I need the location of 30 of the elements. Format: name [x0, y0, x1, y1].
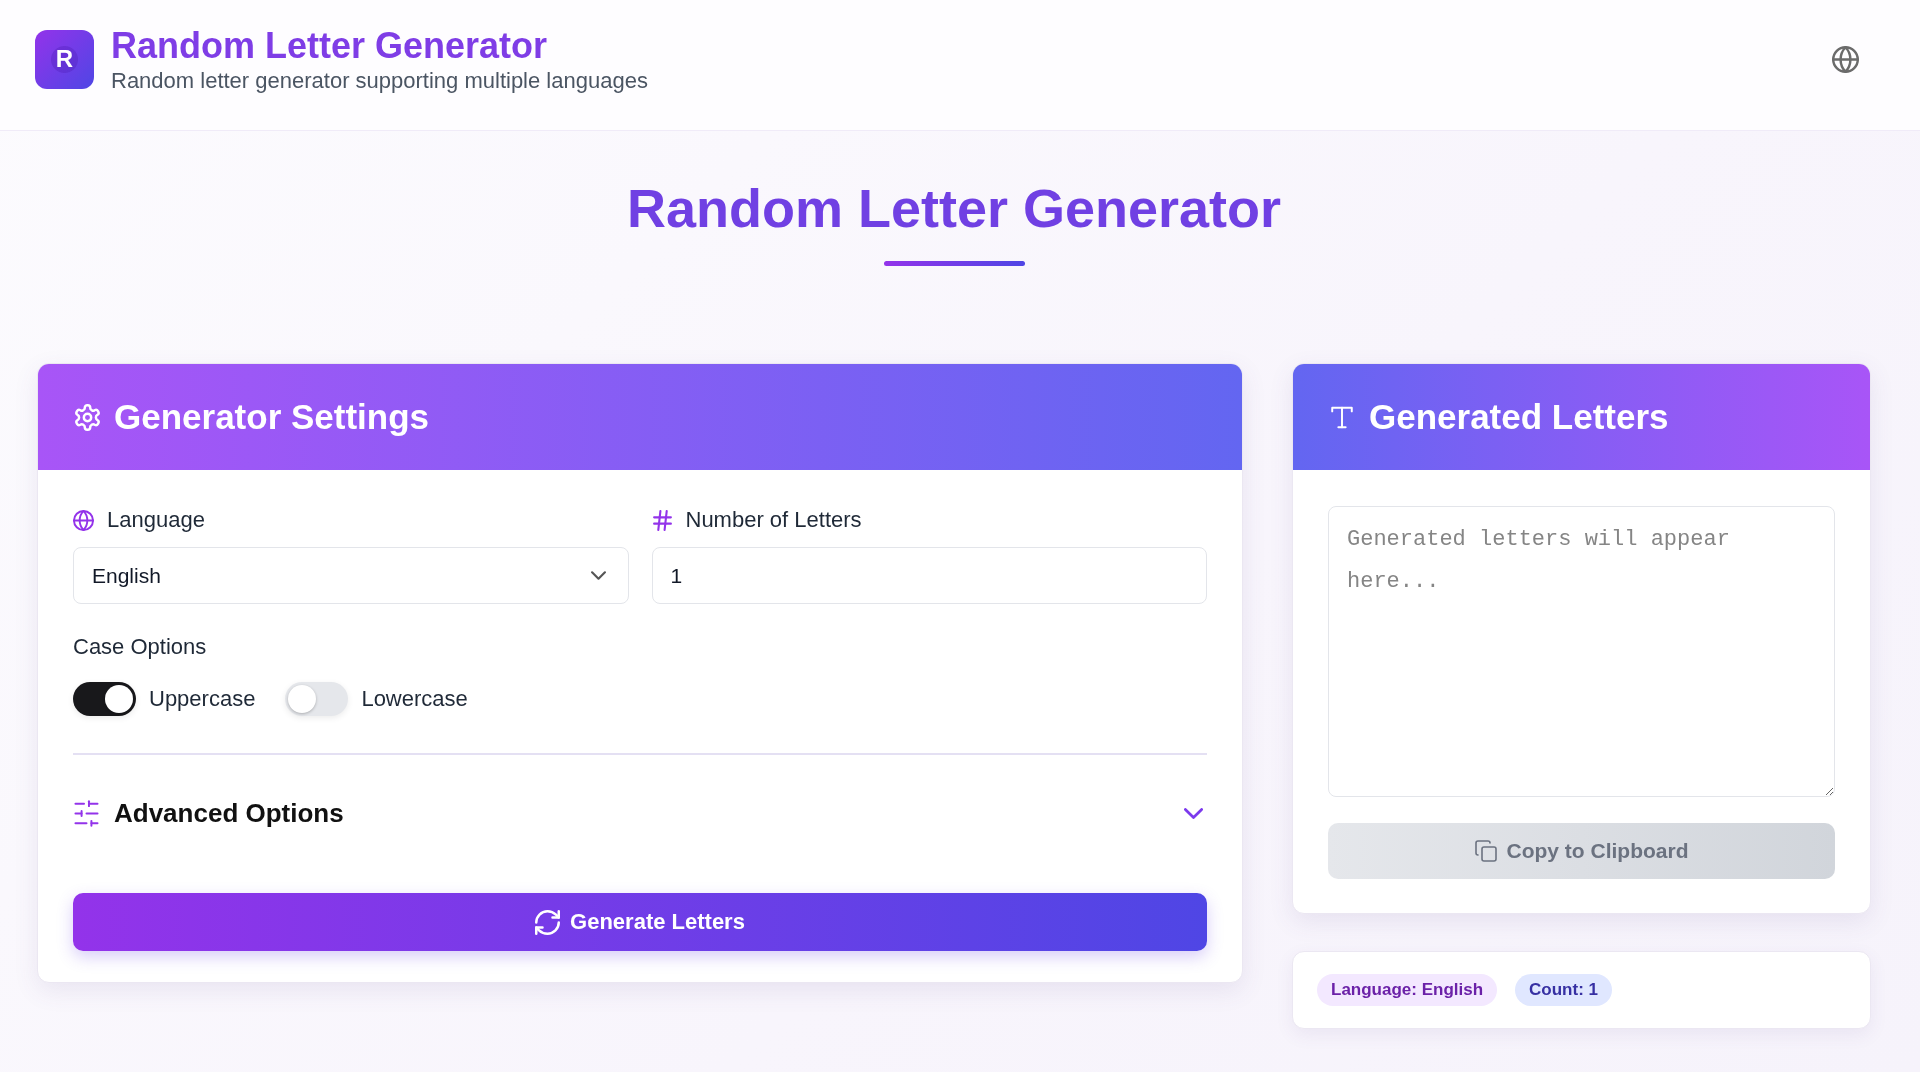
- refresh-icon: [535, 909, 561, 935]
- hash-icon: [651, 509, 673, 531]
- page-title: Random Letter Generator: [626, 177, 1282, 240]
- output-textarea[interactable]: Generated letters will appear here...: [1328, 506, 1835, 797]
- toggle-switch[interactable]: [73, 682, 136, 716]
- number-input[interactable]: 1: [651, 547, 1207, 604]
- language-select[interactable]: English: [73, 547, 629, 604]
- toggle-label: Uppercase: [149, 686, 256, 712]
- field-label: Language: [107, 507, 205, 533]
- chevron-down-icon: [590, 571, 606, 580]
- sliders-icon: [73, 799, 100, 827]
- toggle-switch[interactable]: [285, 682, 349, 716]
- app-subtitle: Random letter generator supporting multiple languages: [111, 67, 648, 94]
- app-title: Random Letter Generator: [111, 24, 549, 67]
- generate-button[interactable]: Generate Letters: [73, 893, 1207, 951]
- globe-icon: [73, 509, 94, 531]
- card-title: Generator Settings: [114, 396, 430, 438]
- section-heading[interactable]: Advanced Options: [114, 796, 344, 830]
- field-label: Number of Letters: [685, 507, 862, 533]
- stat-badge: Language: English: [1317, 974, 1498, 1006]
- letter-t-icon: [1331, 405, 1353, 429]
- globe-icon[interactable]: [1832, 45, 1859, 73]
- toggle-label: Lowercase: [361, 686, 468, 712]
- app-logo: R: [35, 29, 94, 89]
- chevron-down-icon[interactable]: [1184, 807, 1203, 819]
- stat-badge: Count: 1: [1515, 974, 1612, 1006]
- card-title: Generated Letters: [1369, 396, 1669, 438]
- section-label: Case Options: [73, 634, 208, 660]
- settings-icon: [74, 403, 101, 431]
- copy-icon: [1474, 840, 1497, 862]
